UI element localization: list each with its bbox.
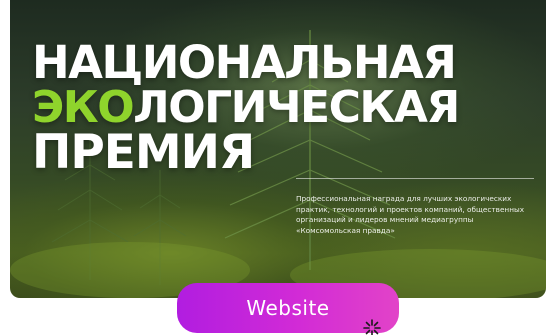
title-line-1: НАЦИОНАЛЬНАЯ [32,36,457,89]
award-banner: НАЦИОНАЛЬНАЯ ЭКОЛОГИЧЕСКАЯ ПРЕМИЯ Профес… [10,0,546,298]
page: НАЦИОНАЛЬНАЯ ЭКОЛОГИЧЕСКАЯ ПРЕМИЯ Профес… [0,0,556,335]
sparkle-cursor-icon [363,319,381,335]
award-description: Профессиональная награда для лучших экол… [296,194,525,235]
divider-line [296,178,534,179]
award-title: НАЦИОНАЛЬНАЯ ЭКОЛОГИЧЕСКАЯ ПРЕМИЯ [32,36,460,180]
title-line-2: ЭКОЛОГИЧЕСКАЯ [32,85,460,130]
title-line-3: ПРЕМИЯ [32,125,255,180]
